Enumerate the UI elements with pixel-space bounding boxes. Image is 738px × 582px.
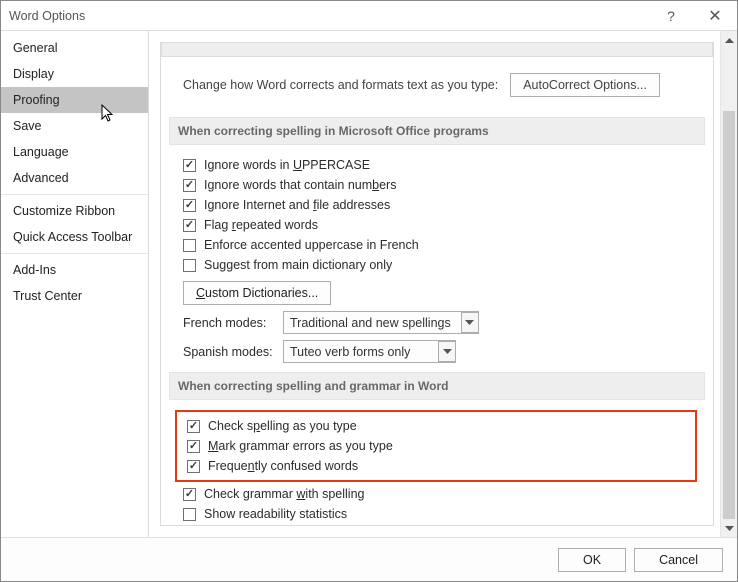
french-modes-select[interactable]: Traditional and new spellings: [283, 311, 479, 334]
dialog-footer: OK Cancel: [1, 538, 737, 581]
sidebar-item-general[interactable]: General: [1, 35, 148, 61]
sidebar-separator: [1, 194, 148, 195]
opt-ignore-internet[interactable]: Ignore Internet and file addresses: [179, 195, 695, 215]
sidebar-item-save[interactable]: Save: [1, 113, 148, 139]
sidebar-label: Proofing: [13, 93, 60, 107]
opt-label: Ignore words that contain numbers: [204, 178, 396, 192]
button-label: AutoCorrect Options...: [523, 78, 647, 92]
checkbox-icon[interactable]: [183, 239, 196, 252]
opt-main-dictionary[interactable]: Suggest from main dictionary only: [179, 255, 695, 275]
intro-text: Change how Word corrects and formats tex…: [183, 78, 498, 92]
sidebar-label: Quick Access Toolbar: [13, 230, 132, 244]
titlebar: Word Options ? ✕: [1, 1, 737, 31]
sidebar-label: Advanced: [13, 171, 69, 185]
partial-top-section: [161, 43, 713, 57]
chevron-down-icon[interactable]: [461, 312, 479, 333]
button-label: OK: [583, 553, 601, 567]
chevron-down-icon[interactable]: [438, 341, 456, 362]
intro-row: Change how Word corrects and formats tex…: [179, 67, 695, 111]
writing-style-row: Writing Style: Grammar Settings...: [179, 524, 695, 526]
opt-check-grammar-spelling[interactable]: Check grammar with spelling: [179, 484, 695, 504]
checkbox-icon[interactable]: [187, 420, 200, 433]
custom-dictionaries-button[interactable]: Custom Dictionaries...: [183, 281, 331, 305]
sidebar-label: General: [13, 41, 57, 55]
opt-confused-words[interactable]: Frequently confused words: [183, 456, 689, 476]
french-modes-label: French modes:: [183, 316, 273, 330]
vertical-scrollbar[interactable]: [720, 31, 737, 537]
main-panel: Change how Word corrects and formats tex…: [149, 31, 737, 537]
opt-ignore-numbers[interactable]: Ignore words that contain numbers: [179, 175, 695, 195]
checkbox-icon[interactable]: [183, 179, 196, 192]
window-title: Word Options: [9, 9, 649, 23]
sidebar-item-advanced[interactable]: Advanced: [1, 165, 148, 191]
opt-french-accented[interactable]: Enforce accented uppercase in French: [179, 235, 695, 255]
ok-button[interactable]: OK: [558, 548, 626, 572]
opt-mark-grammar[interactable]: Mark grammar errors as you type: [183, 436, 689, 456]
sidebar-item-language[interactable]: Language: [1, 139, 148, 165]
scroll-down-arrow-icon[interactable]: [721, 520, 737, 537]
sidebar-label: Language: [13, 145, 69, 159]
select-value: Tuteo verb forms only: [290, 345, 428, 359]
sidebar-item-customize-ribbon[interactable]: Customize Ribbon: [1, 198, 148, 224]
sidebar-item-trust-center[interactable]: Trust Center: [1, 283, 148, 309]
opt-label: Show readability statistics: [204, 507, 347, 521]
spanish-modes-label: Spanish modes:: [183, 345, 273, 359]
sidebar-separator: [1, 253, 148, 254]
checkbox-icon[interactable]: [183, 199, 196, 212]
opt-label: Suggest from main dictionary only: [204, 258, 392, 272]
scroll-thumb[interactable]: [723, 111, 735, 519]
opt-label: Ignore Internet and file addresses: [204, 198, 390, 212]
opt-check-spelling-type[interactable]: Check spelling as you type: [183, 416, 689, 436]
sidebar-item-proofing[interactable]: Proofing: [1, 87, 148, 113]
opt-label: Check grammar with spelling: [204, 487, 365, 501]
opt-label: Check spelling as you type: [208, 419, 357, 433]
sidebar-item-display[interactable]: Display: [1, 61, 148, 87]
opt-label: Mark grammar errors as you type: [208, 439, 393, 453]
select-value: Traditional and new spellings: [290, 316, 451, 330]
opt-readability-stats[interactable]: Show readability statistics: [179, 504, 695, 524]
opt-ignore-uppercase[interactable]: Ignore words in UPPERCASE: [179, 155, 695, 175]
button-label: Cancel: [659, 553, 698, 567]
highlighted-options-box: Check spelling as you type Mark grammar …: [175, 410, 697, 482]
sidebar-label: Add-Ins: [13, 263, 56, 277]
checkbox-icon[interactable]: [183, 159, 196, 172]
sidebar-label: Display: [13, 67, 54, 81]
sidebar-label: Customize Ribbon: [13, 204, 115, 218]
opt-label: Enforce accented uppercase in French: [204, 238, 419, 252]
checkbox-icon[interactable]: [187, 440, 200, 453]
button-label: ustom Dictionaries...: [205, 286, 318, 300]
scroll-up-arrow-icon[interactable]: [721, 31, 737, 48]
opt-label: Ignore words in UPPERCASE: [204, 158, 370, 172]
opt-flag-repeated[interactable]: Flag repeated words: [179, 215, 695, 235]
checkbox-icon[interactable]: [183, 219, 196, 232]
french-modes-row: French modes: Traditional and new spelli…: [179, 308, 695, 337]
spanish-modes-select[interactable]: Tuteo verb forms only: [283, 340, 456, 363]
sidebar-nav: General Display Proofing Save Language A…: [1, 31, 149, 537]
cancel-button[interactable]: Cancel: [634, 548, 723, 572]
opt-label: Frequently confused words: [208, 459, 358, 473]
opt-label: Flag repeated words: [204, 218, 318, 232]
autocorrect-options-button[interactable]: AutoCorrect Options...: [510, 73, 660, 97]
sidebar-item-qat[interactable]: Quick Access Toolbar: [1, 224, 148, 250]
section-header-office-spelling: When correcting spelling in Microsoft Of…: [169, 117, 705, 145]
sidebar-label: Save: [13, 119, 42, 133]
checkbox-icon[interactable]: [187, 460, 200, 473]
help-button[interactable]: ?: [649, 1, 693, 31]
checkbox-icon[interactable]: [183, 488, 196, 501]
spanish-modes-row: Spanish modes: Tuteo verb forms only: [179, 337, 695, 366]
checkbox-icon[interactable]: [183, 259, 196, 272]
close-button[interactable]: ✕: [693, 1, 737, 31]
checkbox-icon[interactable]: [183, 508, 196, 521]
sidebar-item-addins[interactable]: Add-Ins: [1, 257, 148, 283]
section-header-word-spelling: When correcting spelling and grammar in …: [169, 372, 705, 400]
sidebar-label: Trust Center: [13, 289, 82, 303]
